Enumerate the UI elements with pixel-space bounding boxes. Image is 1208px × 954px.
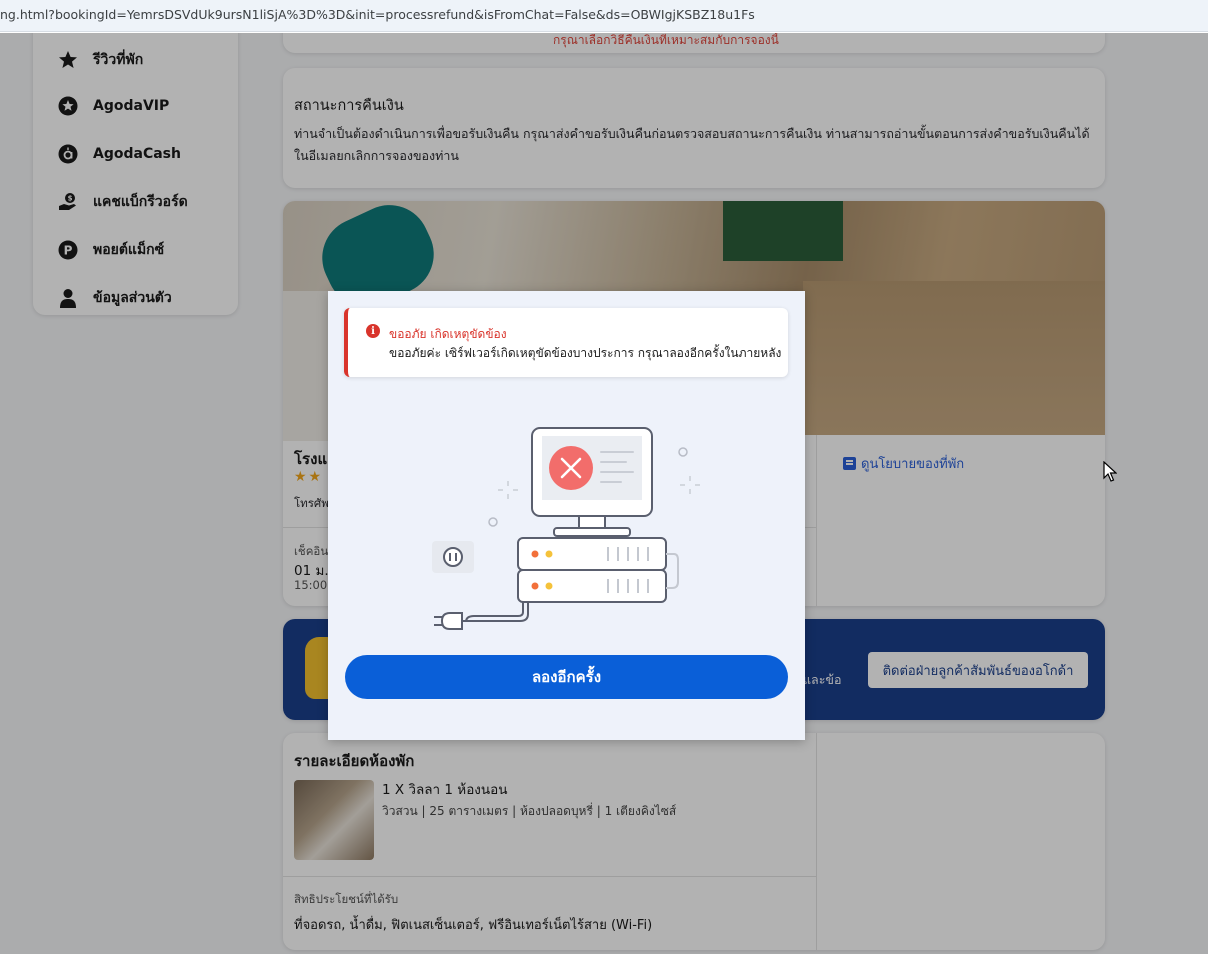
error-alert: i ขออภัย เกิดเหตุขัดข้อง ขออภัยค่ะ เซิร์…: [344, 308, 788, 377]
server-error-illustration: [432, 427, 700, 630]
alert-message: ขออภัยค่ะ เซิร์ฟเวอร์เกิดเหตุขัดข้องบางป…: [389, 346, 782, 360]
alert-title: ขออภัย เกิดเหตุขัดข้อง: [389, 327, 507, 341]
error-modal: i ขออภัย เกิดเหตุขัดข้อง ขออภัยค่ะ เซิร์…: [328, 291, 805, 740]
address-bar[interactable]: ng.html?bookingId=YemrsDSVdUk9ursN1liSjA…: [0, 0, 1208, 32]
url-text: ng.html?bookingId=YemrsDSVdUk9ursN1liSjA…: [0, 7, 755, 22]
mouse-cursor-icon: [1103, 461, 1117, 482]
retry-button[interactable]: ลองอีกครั้ง: [345, 655, 788, 699]
error-info-icon: i: [366, 324, 380, 338]
